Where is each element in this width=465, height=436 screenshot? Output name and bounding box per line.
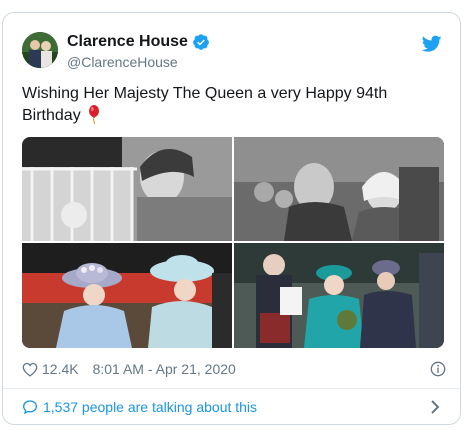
author-handle[interactable]: @ClarenceHouse <box>67 54 178 70</box>
speech-bubble-icon <box>22 400 38 415</box>
chevron-right-icon[interactable] <box>430 400 440 414</box>
photo-queen-baby[interactable] <box>22 137 232 241</box>
balloon-icon <box>88 105 99 125</box>
display-name[interactable]: Clarence House <box>67 33 188 51</box>
heart-icon[interactable] <box>22 362 38 377</box>
tweet-text-content: Wishing Her Majesty The Queen a very Hap… <box>22 85 388 124</box>
twitter-bird-icon[interactable] <box>422 35 442 53</box>
timestamp[interactable]: 8:01 AM - Apr 21, 2020 <box>93 361 236 377</box>
photo-grid[interactable] <box>22 137 444 348</box>
photo-queen-camilla[interactable] <box>22 243 232 348</box>
verified-badge-icon <box>193 34 209 50</box>
photo-queen-braemar[interactable] <box>234 243 444 348</box>
tweet-meta-row: 12.4K 8:01 AM - Apr 21, 2020 <box>22 361 446 377</box>
avatar[interactable] <box>22 32 58 68</box>
author-name-row[interactable]: Clarence House <box>67 33 210 51</box>
tweet-card[interactable]: Clarence House @ClarenceHouse Wishing He… <box>2 12 461 425</box>
tweet-text: Wishing Her Majesty The Queen a very Hap… <box>22 83 442 127</box>
conversation-count[interactable]: 1,537 people are talking about this <box>43 399 257 415</box>
photo-queen-charles[interactable] <box>234 137 444 241</box>
like-count[interactable]: 12.4K <box>42 361 79 377</box>
info-icon[interactable] <box>430 361 446 377</box>
conversation-link[interactable]: 1,537 people are talking about this <box>22 399 446 415</box>
divider <box>3 388 460 389</box>
